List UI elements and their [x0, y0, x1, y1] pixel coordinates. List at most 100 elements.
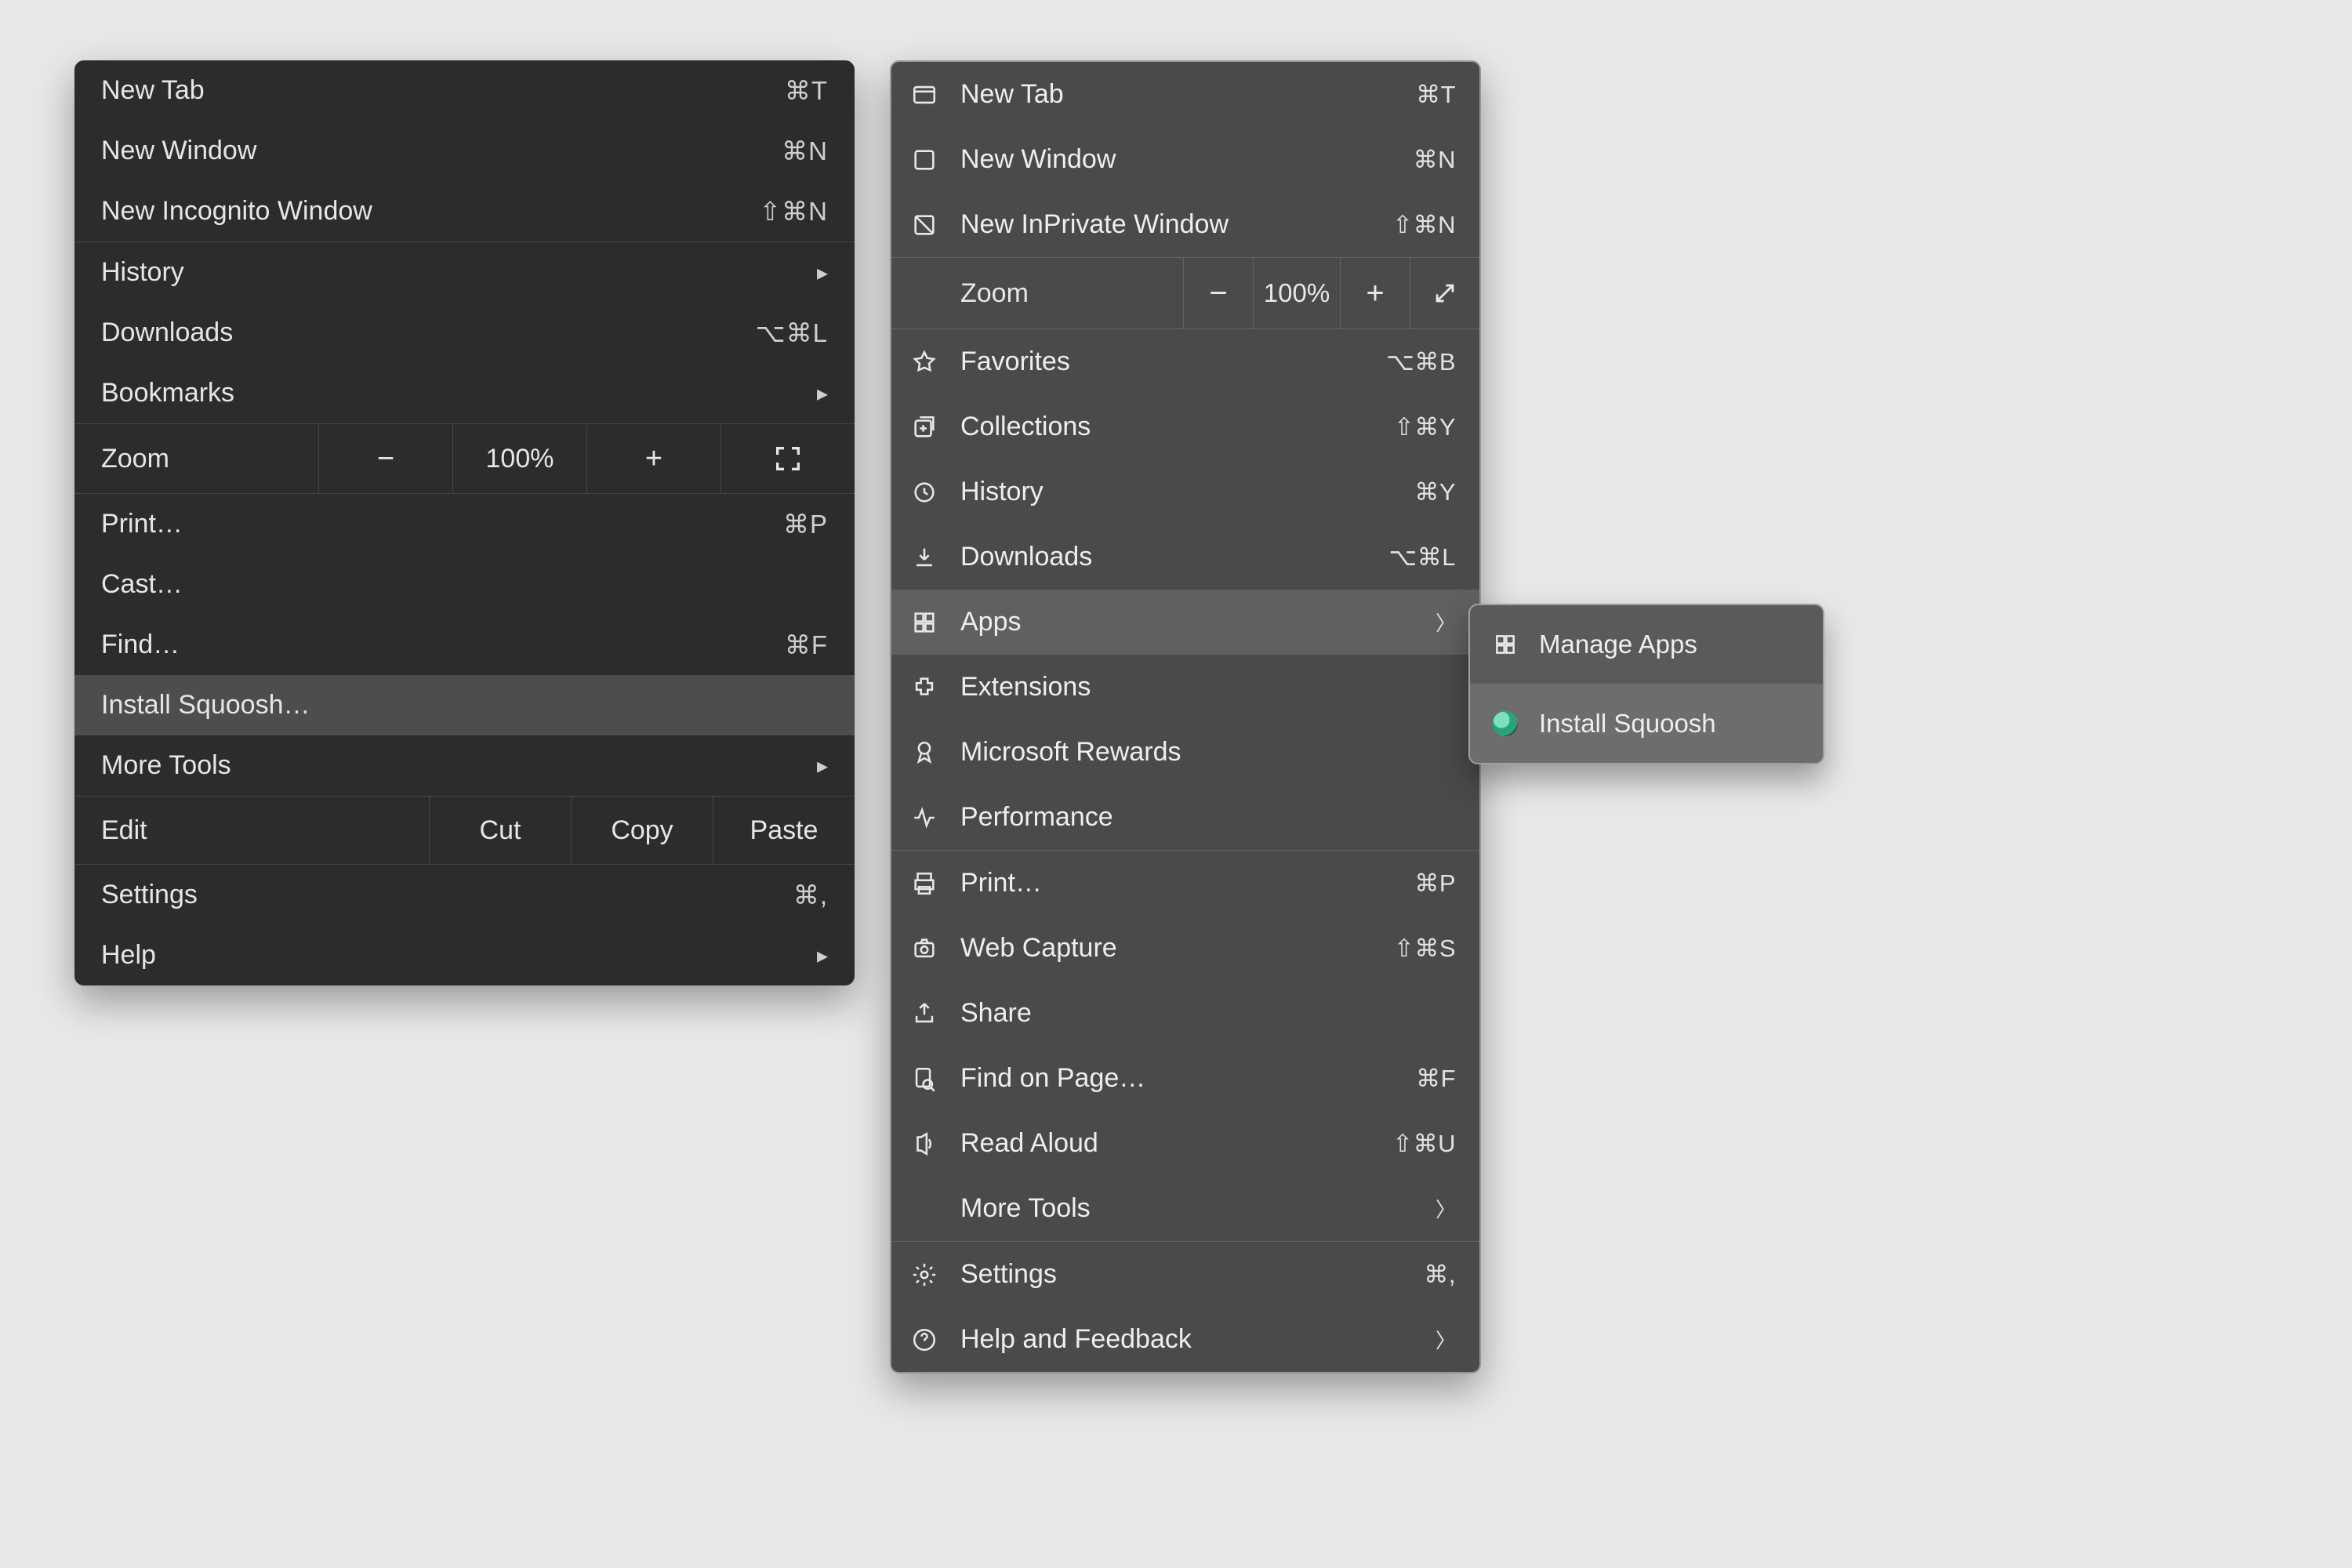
label: Help and Feedback — [960, 1324, 1418, 1355]
label: Cast… — [101, 569, 828, 600]
menu-item-favorites[interactable]: Favorites ⌥⌘B — [891, 329, 1479, 394]
history-icon — [906, 479, 943, 506]
print-icon — [906, 870, 943, 897]
chevron-right-icon: ▸ — [817, 260, 828, 285]
help-icon — [906, 1327, 943, 1353]
menu-item-new-window[interactable]: New Window ⌘N — [74, 121, 855, 181]
menu-item-install-squoosh[interactable]: Install Squoosh… — [74, 675, 855, 735]
menu-item-collections[interactable]: Collections ⇧⌘Y — [891, 394, 1479, 459]
label: Microsoft Rewards — [960, 737, 1456, 768]
menu-item-new-tab[interactable]: New Tab ⌘T — [74, 60, 855, 121]
menu-item-apps[interactable]: Apps 〉 — [891, 590, 1479, 655]
label: Settings — [960, 1259, 1406, 1290]
menu-item-rewards[interactable]: Microsoft Rewards — [891, 720, 1479, 785]
menu-item-new-tab[interactable]: New Tab ⌘T — [891, 62, 1479, 127]
label: Settings — [101, 880, 793, 910]
label: Read Aloud — [960, 1128, 1375, 1159]
menu-item-web-capture[interactable]: Web Capture ⇧⌘S — [891, 916, 1479, 981]
menu-item-history[interactable]: History ⌘Y — [891, 459, 1479, 524]
label: Web Capture — [960, 933, 1377, 964]
menu-item-performance[interactable]: Performance — [891, 785, 1479, 850]
find-icon — [906, 1065, 943, 1092]
label: Help — [101, 940, 817, 971]
zoom-in-button[interactable]: + — [1340, 258, 1410, 328]
zoom-value: 100% — [452, 424, 586, 493]
cut-button[interactable]: Cut — [429, 797, 571, 864]
menu-item-print[interactable]: Print… ⌘P — [74, 494, 855, 554]
new-window-icon — [906, 147, 943, 173]
fullscreen-icon — [1432, 280, 1458, 307]
menu-item-history[interactable]: History ▸ — [74, 242, 855, 303]
apps-icon — [906, 609, 943, 636]
menu-item-downloads[interactable]: Downloads ⌥⌘L — [74, 303, 855, 363]
read-aloud-icon — [906, 1131, 943, 1157]
menu-item-more-tools[interactable]: More Tools ▸ — [74, 735, 855, 796]
apps-submenu: Manage Apps Install Squoosh — [1468, 604, 1824, 764]
menu-item-more-tools[interactable]: More Tools 〉 — [891, 1176, 1479, 1241]
chevron-right-icon: 〉 — [1436, 608, 1456, 637]
menu-item-new-incognito[interactable]: New Incognito Window ⇧⌘N — [74, 181, 855, 241]
label: New Incognito Window — [101, 196, 760, 227]
fullscreen-button[interactable] — [1410, 258, 1479, 328]
submenu-item-manage-apps[interactable]: Manage Apps — [1470, 605, 1823, 684]
paste-button[interactable]: Paste — [713, 797, 855, 864]
edit-row: Edit Cut Copy Paste — [74, 796, 855, 865]
copy-button[interactable]: Copy — [571, 797, 713, 864]
chrome-menu: New Tab ⌘T New Window ⌘N New Incognito W… — [74, 60, 855, 985]
shortcut: ⇧⌘N — [760, 196, 828, 227]
fullscreen-button[interactable] — [720, 424, 855, 493]
menu-item-new-window[interactable]: New Window ⌘N — [891, 127, 1479, 192]
label: New Tab — [101, 75, 785, 106]
menu-item-share[interactable]: Share — [891, 981, 1479, 1046]
shortcut: ⌘, — [1424, 1261, 1456, 1289]
menu-item-downloads[interactable]: Downloads ⌥⌘L — [891, 524, 1479, 590]
menu-item-settings[interactable]: Settings ⌘, — [891, 1242, 1479, 1307]
shortcut: ⌘Y — [1414, 478, 1456, 506]
menu-item-extensions[interactable]: Extensions — [891, 655, 1479, 720]
shortcut: ⌘P — [1414, 869, 1456, 898]
shortcut: ⌘, — [793, 880, 828, 910]
fullscreen-icon — [772, 443, 804, 474]
menu-item-print[interactable]: Print… ⌘P — [891, 851, 1479, 916]
performance-icon — [906, 804, 943, 831]
label: More Tools — [101, 750, 817, 781]
menu-item-find-on-page[interactable]: Find on Page… ⌘F — [891, 1046, 1479, 1111]
menu-item-read-aloud[interactable]: Read Aloud ⇧⌘U — [891, 1111, 1479, 1176]
submenu-item-install-squoosh[interactable]: Install Squoosh — [1470, 684, 1823, 763]
menu-item-new-inprivate[interactable]: New InPrivate Window ⇧⌘N — [891, 192, 1479, 257]
menu-item-help[interactable]: Help ▸ — [74, 925, 855, 985]
shortcut: ⌥⌘L — [1389, 543, 1456, 572]
shortcut: ⌥⌘L — [756, 318, 828, 348]
label: Find… — [101, 630, 785, 660]
label: Print… — [960, 868, 1397, 898]
download-icon — [906, 544, 943, 571]
label: New Window — [101, 136, 782, 166]
shortcut: ⌥⌘B — [1386, 348, 1456, 376]
label: History — [101, 257, 817, 288]
zoom-out-button[interactable]: − — [318, 424, 452, 493]
label: Performance — [960, 802, 1456, 833]
shortcut: ⌘N — [1414, 146, 1456, 174]
menu-item-help-feedback[interactable]: Help and Feedback 〉 — [891, 1307, 1479, 1372]
label: Bookmarks — [101, 378, 817, 408]
menu-item-settings[interactable]: Settings ⌘, — [74, 865, 855, 925]
zoom-row: Zoom − 100% + — [74, 423, 855, 494]
menu-item-cast[interactable]: Cast… — [74, 554, 855, 615]
label: Manage Apps — [1539, 630, 1697, 659]
menu-item-bookmarks[interactable]: Bookmarks ▸ — [74, 363, 855, 423]
label: Install Squoosh… — [101, 690, 828, 720]
zoom-label: Zoom — [74, 424, 318, 493]
edit-label: Edit — [74, 797, 429, 864]
label: Downloads — [960, 542, 1372, 572]
chevron-right-icon: 〉 — [1436, 1194, 1456, 1223]
collections-icon — [906, 414, 943, 441]
zoom-out-button[interactable]: − — [1183, 258, 1253, 328]
shortcut: ⇧⌘N — [1392, 211, 1456, 239]
menu-item-find[interactable]: Find… ⌘F — [74, 615, 855, 675]
chevron-right-icon: 〉 — [1436, 1325, 1456, 1354]
rewards-icon — [906, 739, 943, 766]
label: Favorites — [960, 347, 1369, 377]
shortcut: ⌘T — [785, 75, 828, 106]
squoosh-icon — [1489, 711, 1522, 736]
zoom-in-button[interactable]: + — [586, 424, 720, 493]
